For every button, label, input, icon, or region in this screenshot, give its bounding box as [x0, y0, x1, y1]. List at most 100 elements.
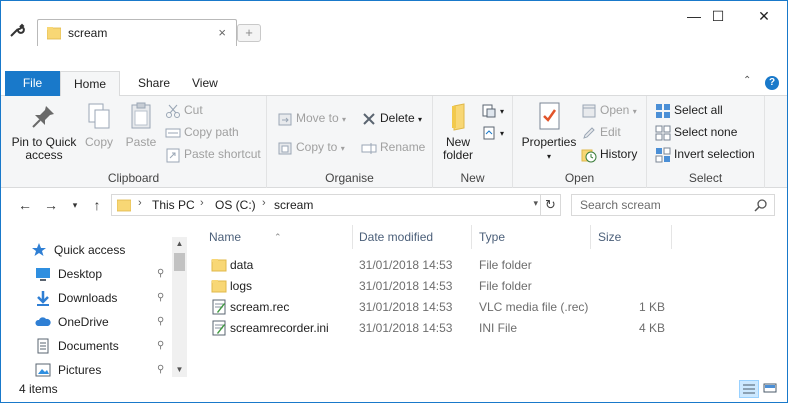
copy-path-label: Copy path — [184, 125, 239, 139]
easy-access-icon — [483, 126, 495, 140]
breadcrumb-this-pc[interactable]: This PC — [152, 198, 195, 212]
refresh-icon[interactable]: ↻ — [540, 195, 560, 215]
file-row[interactable]: scream.rec 31/01/2018 14:53 VLC media fi… — [201, 297, 671, 318]
edit-icon — [583, 127, 595, 139]
clipboard-icon — [131, 102, 151, 129]
forward-arrow-icon[interactable]: → — [41, 195, 61, 215]
nav-pane-scrollbar[interactable]: ▲ ▼ — [172, 237, 187, 377]
delete-dropdown-icon: ▾ — [418, 115, 423, 124]
breadcrumb-separator-icon: › — [262, 197, 266, 209]
easy-access-button[interactable]: ▾ — [481, 122, 504, 142]
desktop-icon — [36, 268, 50, 281]
back-arrow-icon[interactable]: ← — [15, 195, 35, 215]
clipboard-group: Pin to Quick access Copy Paste Cut Copy … — [1, 96, 267, 188]
details-view-icon — [743, 384, 755, 394]
pin-quick-access-button[interactable]: Pin to Quick access — [9, 100, 79, 162]
up-arrow-icon[interactable]: ↑ — [87, 195, 107, 215]
invert-selection-button[interactable]: Invert selection — [655, 144, 755, 164]
new-item-button[interactable]: ▾ — [481, 100, 504, 120]
address-dropdown-icon[interactable]: ▾ — [533, 198, 538, 209]
nav-item-quick-access[interactable]: Quick access — [27, 239, 167, 261]
ribbon-collapse-icon[interactable]: ⌃ — [743, 75, 757, 89]
pin-icon — [32, 106, 54, 128]
column-header-name[interactable]: ⌃ Name — [201, 225, 353, 249]
item-count: 4 items — [19, 382, 58, 396]
pin-icon[interactable]: ⚲ — [157, 287, 164, 309]
select-group: Select all Select none Invert selection … — [647, 96, 765, 188]
nav-item-onedrive[interactable]: OneDrive ⚲ — [31, 311, 171, 333]
title-bar: scream × + — ☐ ✕ — [1, 1, 787, 46]
edit-button[interactable]: Edit — [581, 122, 621, 142]
tab-home[interactable]: Home — [60, 71, 120, 97]
nav-item-desktop[interactable]: Desktop ⚲ — [31, 263, 171, 285]
copy-to-dropdown-icon: ▾ — [340, 144, 345, 153]
cut-button[interactable]: Cut — [165, 100, 203, 120]
select-none-button[interactable]: Select none — [655, 122, 737, 142]
select-all-button[interactable]: Select all — [655, 100, 723, 120]
maximize-button[interactable]: ☐ — [695, 1, 741, 31]
new-tab-button[interactable]: + — [237, 24, 261, 42]
scroll-down-icon[interactable]: ▼ — [172, 363, 187, 377]
breadcrumb-os-c[interactable]: OS (C:) — [215, 198, 256, 212]
delete-icon — [363, 113, 375, 125]
open-label: Open — [600, 103, 630, 117]
tab-view[interactable]: View — [176, 71, 234, 96]
copy-to-button[interactable]: Copy to ▾ — [277, 137, 345, 157]
file-size: 4 KB — [638, 321, 665, 335]
help-icon[interactable]: ? — [765, 76, 779, 90]
status-bar: 4 items — [1, 377, 787, 401]
pin-icon[interactable]: ⚲ — [157, 311, 164, 333]
nav-item-documents[interactable]: Documents ⚲ — [31, 335, 171, 357]
move-to-button[interactable]: Move to ▾ — [277, 108, 346, 128]
picture-icon — [35, 363, 51, 377]
folder-icon — [211, 280, 227, 293]
folder-icon — [211, 259, 227, 272]
paste-shortcut-button[interactable]: Paste shortcut — [165, 144, 261, 164]
large-icons-view-button[interactable] — [761, 380, 781, 398]
nav-item-label: Documents — [58, 339, 119, 353]
history-button[interactable]: History — [581, 144, 637, 164]
scroll-up-icon[interactable]: ▲ — [172, 237, 187, 251]
organise-group: Move to ▾ Copy to ▾ Delete ▾ Rename Orga… — [267, 96, 433, 188]
nav-item-downloads[interactable]: Downloads ⚲ — [31, 287, 171, 309]
rename-button[interactable]: Rename — [361, 137, 425, 157]
paste-button[interactable]: Paste — [122, 100, 160, 149]
file-row[interactable]: data 31/01/2018 14:53 File folder — [201, 255, 671, 276]
invert-selection-icon — [655, 147, 671, 163]
easy-access-dropdown-icon: ▾ — [500, 129, 505, 138]
search-box[interactable]: Search scream — [571, 194, 775, 216]
column-header-size[interactable]: Size — [590, 225, 672, 249]
properties-button[interactable]: Properties ▾ — [519, 100, 579, 163]
tab-scream[interactable]: scream × — [37, 19, 237, 46]
file-row[interactable]: screamrecorder.ini 31/01/2018 14:53 INI … — [201, 318, 671, 339]
new-folder-button[interactable]: New folder — [437, 100, 479, 162]
tab-close-button[interactable]: × — [218, 25, 226, 40]
open-dropdown-icon: ▾ — [632, 107, 637, 116]
column-header-date-modified[interactable]: Date modified — [351, 225, 472, 249]
pin-icon[interactable]: ⚲ — [157, 335, 164, 357]
copy-path-button[interactable]: Copy path — [165, 122, 239, 142]
file-date: 31/01/2018 14:53 — [359, 279, 453, 293]
pin-icon[interactable]: ⚲ — [157, 263, 164, 285]
tab-file[interactable]: File — [5, 71, 60, 96]
file-row[interactable]: logs 31/01/2018 14:53 File folder — [201, 276, 671, 297]
column-header-type[interactable]: Type — [471, 225, 591, 249]
open-button[interactable]: Open ▾ — [581, 100, 637, 120]
breadcrumb-scream[interactable]: scream — [274, 198, 313, 212]
delete-button[interactable]: Delete ▾ — [361, 108, 422, 128]
paste-shortcut-label: Paste shortcut — [184, 147, 261, 161]
details-view-button[interactable] — [739, 380, 759, 398]
copy-button[interactable]: Copy — [81, 100, 117, 149]
select-all-label: Select all — [674, 103, 723, 117]
close-button[interactable]: ✕ — [741, 1, 787, 31]
scroll-thumb[interactable] — [174, 253, 185, 271]
folder-icon — [47, 27, 61, 40]
search-icon[interactable] — [754, 198, 768, 212]
star-icon — [32, 243, 46, 256]
recent-locations-icon[interactable]: ▾ — [65, 195, 85, 215]
address-bar[interactable]: › This PC › OS (C:) › scream ▾ ↻ — [111, 194, 561, 216]
select-none-icon — [655, 125, 671, 141]
wrench-icon[interactable] — [9, 23, 25, 39]
history-label: History — [600, 147, 638, 161]
file-type: File folder — [479, 258, 532, 272]
